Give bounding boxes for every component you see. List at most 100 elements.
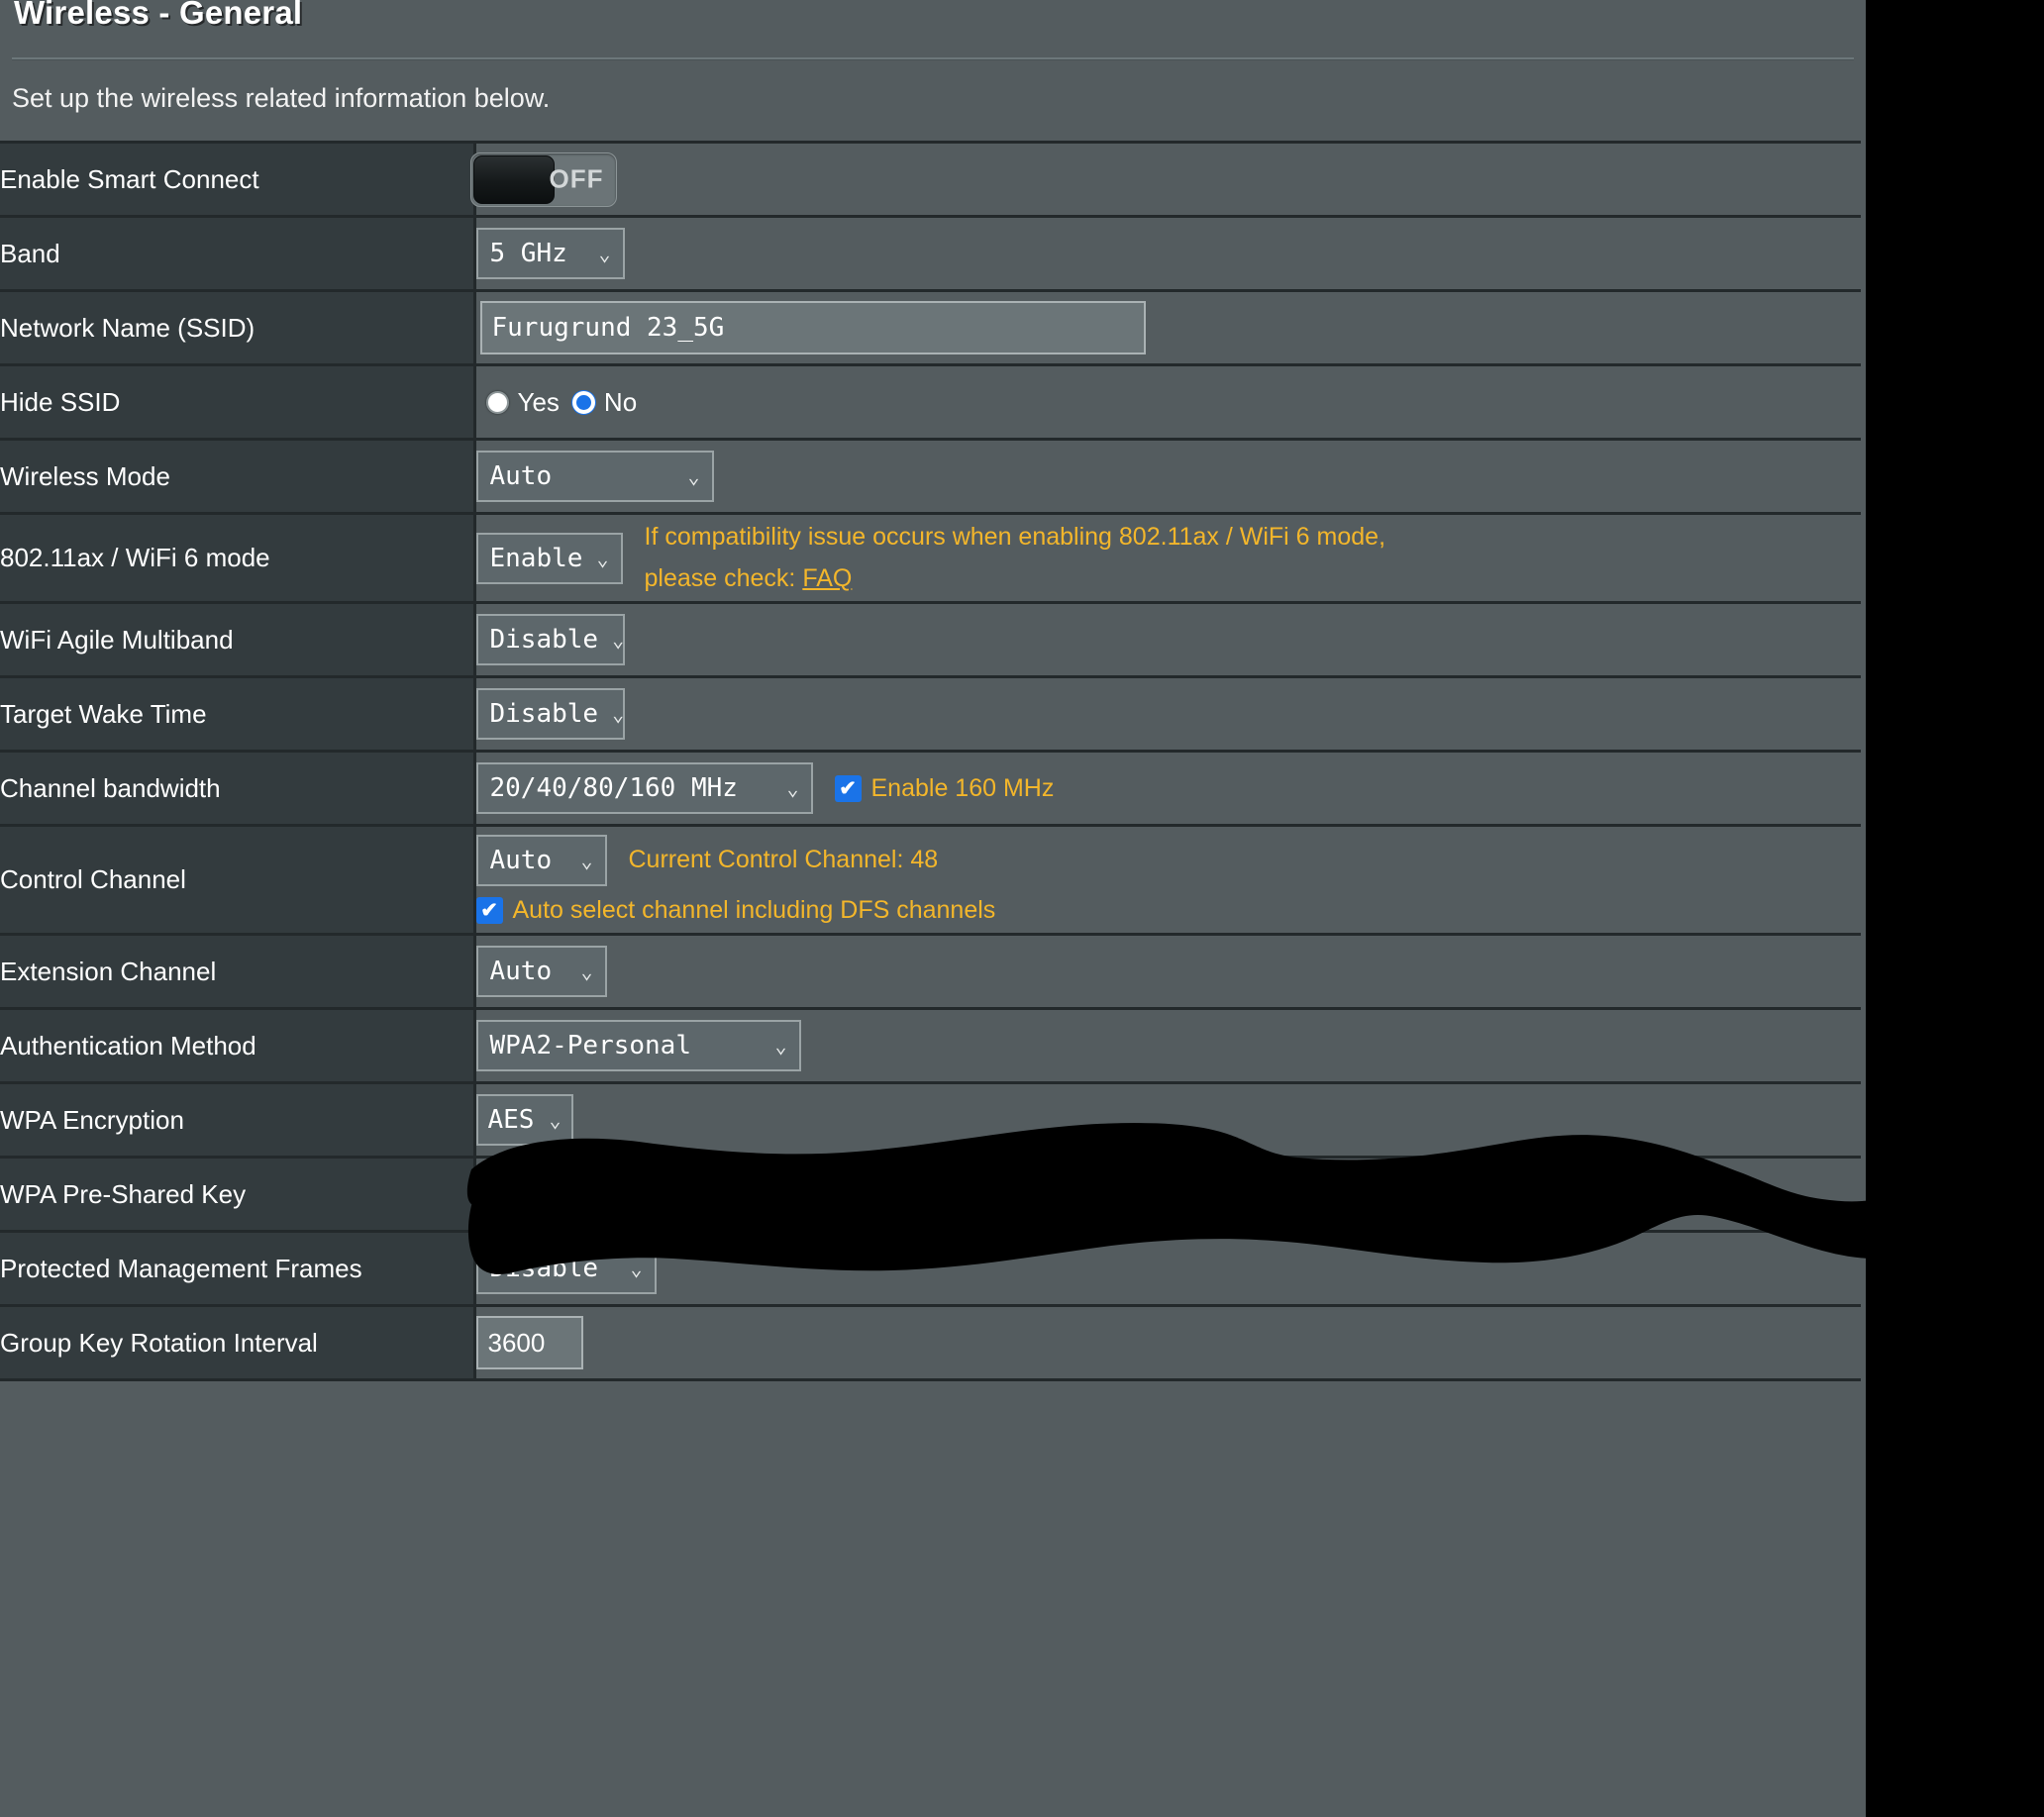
ssid-input[interactable]: Furugrund 23_5G: [479, 301, 1146, 354]
table-row-wireless-mode: Wireless Mode Auto ⌄: [0, 439, 1861, 514]
value-protected-management-frames: Disable ⌄: [474, 1231, 1861, 1306]
label-network-name: Network Name (SSID): [0, 290, 476, 365]
label-extension-channel: Extension Channel: [0, 934, 476, 1009]
table-row-extension-channel: Extension Channel Auto ⌄: [0, 934, 1861, 1009]
label-band: Band: [0, 216, 476, 291]
hide-ssid-option-yes[interactable]: Yes: [485, 386, 560, 418]
table-row-hide-ssid: Hide SSID Yes No: [0, 364, 1862, 440]
chevron-down-icon: ⌄: [774, 1034, 787, 1058]
value-extension-channel: Auto ⌄: [474, 934, 1861, 1009]
wireless-mode-select[interactable]: Auto ⌄: [475, 451, 714, 502]
group-key-rotation-input[interactable]: 3600: [475, 1316, 583, 1369]
toggle-state-label: OFF: [549, 163, 604, 194]
radio-yes-label: Yes: [517, 386, 560, 417]
table-row-wpa-encryption: WPA Encryption AES ⌄: [0, 1082, 1861, 1158]
control-channel-stack: Auto ⌄ Current Control Channel: 48 ✔ Aut…: [475, 827, 1862, 933]
radio-yes[interactable]: [485, 390, 509, 414]
page-title: Wireless - General: [14, 0, 303, 31]
table-row-ax-mode: 802.11ax / WiFi 6 mode Enable ⌄ If compa…: [0, 513, 1862, 603]
value-auth-method: WPA2-Personal ⌄: [474, 1008, 1861, 1083]
label-agile-multiband: WiFi Agile Multiband: [0, 602, 476, 677]
wireless-general-panel: Wireless - General Set up the wireless r…: [0, 0, 1866, 1817]
enable-160mhz-checkbox-wrap[interactable]: ✔ Enable 160 MHz: [834, 773, 1055, 803]
label-target-wake-time: Target Wake Time: [0, 676, 476, 752]
table-row-auth-method: Authentication Method WPA2-Personal ⌄: [0, 1008, 1861, 1083]
control-channel-select[interactable]: Auto ⌄: [475, 835, 607, 886]
wireless-mode-select-value: Auto: [489, 461, 553, 491]
label-hide-ssid: Hide SSID: [0, 364, 476, 440]
value-wpa-pre-shared-key: [474, 1157, 1861, 1232]
table-row-channel-bandwidth: Channel bandwidth 20/40/80/160 MHz ⌄ ✔ E…: [0, 751, 1861, 826]
toggle-knob: [472, 154, 555, 204]
extension-channel-select[interactable]: Auto ⌄: [475, 946, 607, 997]
radio-no-label: No: [603, 386, 638, 417]
dfs-checkbox[interactable]: ✔: [475, 897, 503, 924]
dfs-checkbox-wrap[interactable]: ✔ Auto select channel including DFS chan…: [475, 896, 1862, 925]
wpa-encryption-select-value: AES: [487, 1105, 535, 1135]
chevron-down-icon: ⌄: [630, 1257, 643, 1280]
table-row-wpa-psk: WPA Pre-Shared Key: [0, 1157, 1861, 1232]
table-row-band: Band 5 GHz ⌄: [0, 216, 1861, 291]
hide-ssid-radio-group: Yes No: [485, 386, 1862, 418]
target-wake-time-select-value: Disable: [489, 699, 599, 729]
value-ax-mode: Enable ⌄ If compatibility issue occurs w…: [474, 513, 1862, 603]
label-channel-bandwidth: Channel bandwidth: [0, 751, 476, 826]
ax-mode-hint-line1: If compatibility issue occurs when enabl…: [644, 523, 1386, 552]
chevron-down-icon: ⌄: [612, 628, 625, 652]
channel-bandwidth-select[interactable]: 20/40/80/160 MHz ⌄: [475, 762, 813, 814]
auth-method-select[interactable]: WPA2-Personal ⌄: [475, 1020, 801, 1071]
value-network-name: Furugrund 23_5G: [474, 290, 1861, 365]
value-band: 5 GHz ⌄: [474, 216, 1861, 291]
chevron-down-icon: ⌄: [549, 1108, 562, 1132]
enable-160mhz-checkbox[interactable]: ✔: [834, 774, 862, 802]
table-row-group-key-rotation: Group Key Rotation Interval 3600: [0, 1305, 1861, 1380]
control-channel-select-value: Auto: [489, 846, 553, 875]
chevron-down-icon: ⌄: [596, 546, 609, 570]
value-target-wake-time: Disable ⌄: [474, 676, 1861, 752]
hide-ssid-option-no[interactable]: No: [571, 386, 638, 418]
control-channel-row: Auto ⌄ Current Control Channel: 48: [475, 835, 1862, 886]
label-wireless-mode: Wireless Mode: [0, 439, 476, 514]
faq-link[interactable]: FAQ: [802, 564, 852, 592]
value-hide-ssid: Yes No: [474, 364, 1862, 440]
band-select-value: 5 GHz: [489, 239, 567, 268]
router-admin-page: Wireless - General Set up the wireless r…: [0, 0, 2044, 1817]
label-auth-method: Authentication Method: [0, 1008, 476, 1083]
agile-multiband-select[interactable]: Disable ⌄: [475, 614, 625, 665]
value-wpa-encryption: AES ⌄: [474, 1082, 1861, 1158]
label-protected-management-frames: Protected Management Frames: [0, 1231, 476, 1306]
value-group-key-rotation-interval: 3600: [474, 1305, 1861, 1380]
label-control-channel: Control Channel: [0, 825, 476, 935]
table-row-agile-multiband: WiFi Agile Multiband Disable ⌄: [0, 602, 1861, 677]
chevron-down-icon: ⌄: [687, 464, 700, 488]
label-group-key-rotation-interval: Group Key Rotation Interval: [0, 1305, 476, 1380]
wpa-encryption-select[interactable]: AES ⌄: [475, 1094, 573, 1146]
value-control-channel: Auto ⌄ Current Control Channel: 48 ✔ Aut…: [474, 825, 1862, 935]
pmf-select[interactable]: Disable ⌄: [475, 1243, 657, 1294]
table-row-ssid: Network Name (SSID) Furugrund 23_5G: [0, 290, 1861, 365]
table-row-pmf: Protected Management Frames Disable ⌄: [0, 1231, 1861, 1306]
band-select[interactable]: 5 GHz ⌄: [475, 228, 625, 279]
label-wpa-encryption: WPA Encryption: [0, 1082, 476, 1158]
title-divider: [12, 57, 1854, 60]
auth-method-select-value: WPA2-Personal: [489, 1031, 692, 1060]
dfs-checkbox-label: Auto select channel including DFS channe…: [512, 896, 996, 924]
chevron-down-icon: ⌄: [580, 959, 593, 983]
enable-160mhz-label: Enable 160 MHz: [870, 773, 1055, 802]
chevron-down-icon: ⌄: [598, 242, 611, 265]
radio-no[interactable]: [571, 390, 595, 414]
agile-multiband-select-value: Disable: [489, 625, 599, 655]
label-enable-smart-connect: Enable Smart Connect: [0, 142, 476, 217]
smart-connect-toggle[interactable]: OFF: [469, 151, 617, 207]
chevron-down-icon: ⌄: [580, 849, 593, 872]
table-row-smart-connect: Enable Smart Connect OFF: [0, 142, 1861, 217]
ax-mode-row: Enable ⌄ If compatibility issue occurs w…: [475, 517, 1862, 599]
page-description: Set up the wireless related information …: [12, 83, 551, 113]
chevron-down-icon: ⌄: [612, 702, 625, 726]
channel-bandwidth-select-value: 20/40/80/160 MHz: [489, 773, 738, 803]
ax-mode-select[interactable]: Enable ⌄: [475, 532, 623, 584]
label-wpa-pre-shared-key: WPA Pre-Shared Key: [0, 1157, 476, 1232]
ax-mode-select-value: Enable: [489, 543, 583, 573]
current-control-channel-text: Current Control Channel: 48: [628, 846, 939, 874]
target-wake-time-select[interactable]: Disable ⌄: [475, 688, 625, 740]
